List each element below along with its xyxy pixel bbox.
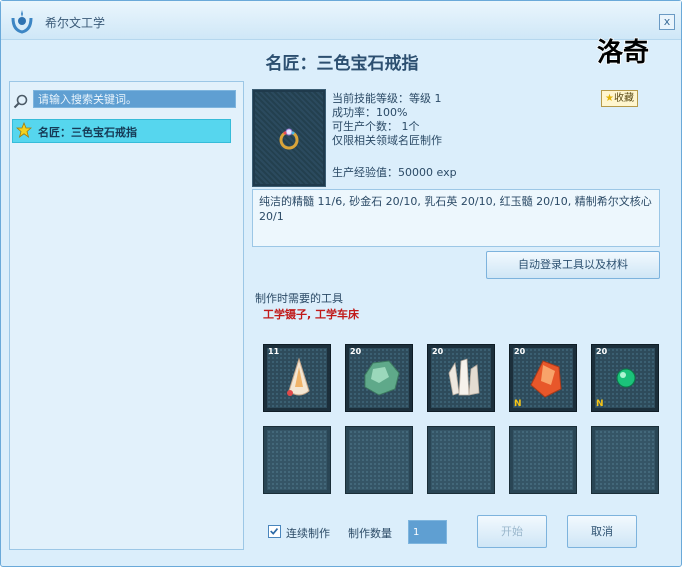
star-icon [16, 122, 32, 138]
recipe-list-item-label: 名匠：三色宝石戒指 [38, 126, 137, 139]
material-slot[interactable]: 20 [345, 344, 413, 412]
favorite-button[interactable]: ★收藏 [601, 90, 638, 107]
empty-slot[interactable] [591, 426, 659, 494]
recipe-list-panel [9, 81, 244, 550]
restriction-text: 仅限相关领域名匠制作 [332, 134, 442, 147]
exp-text: 生产经验值：50000 exp [332, 166, 457, 179]
required-tools: 工学镊子, 工学车床 [263, 308, 360, 321]
window-title: 希尔文工学 [45, 16, 106, 30]
recipe-title: 名匠：三色宝石戒指 [265, 54, 419, 74]
start-button[interactable]: 开始 [477, 515, 547, 548]
continuous-label: 连续制作 [286, 527, 330, 540]
aventurine-icon [364, 360, 400, 396]
favorite-label: 收藏 [613, 93, 634, 104]
svg-text:洛奇: 洛奇 [597, 37, 649, 68]
silvan-core-icon [616, 368, 636, 388]
title-bar[interactable]: 希尔文工学 x [1, 1, 681, 40]
quantity-input[interactable] [408, 520, 447, 544]
watermark-logo: 洛奇 [596, 36, 650, 69]
quantity-label: 制作数量 [348, 527, 392, 540]
search-icon [13, 94, 28, 109]
checkmark-icon [270, 527, 279, 535]
auto-register-button[interactable]: 自动登录工具以及材料 [486, 251, 660, 279]
close-button[interactable]: x [659, 14, 675, 30]
item-preview [252, 89, 326, 187]
material-slot[interactable]: 11 [263, 344, 331, 412]
recipe-list-item[interactable]: 名匠：三色宝石戒指 [12, 119, 231, 143]
material-slot[interactable]: 20 N [509, 344, 577, 412]
search-input[interactable] [33, 90, 236, 108]
continuous-checkbox[interactable] [268, 525, 281, 538]
empty-slot[interactable] [263, 426, 331, 494]
pure-essence-icon [287, 357, 310, 396]
milky-quartz-icon [448, 358, 480, 396]
tools-heading: 制作时需要的工具 [255, 292, 343, 305]
ring-icon [279, 128, 299, 150]
materials-list: 纯洁的精髓 11/6, 砂金石 20/10, 乳石英 20/10, 红玉髓 20… [252, 189, 660, 247]
empty-slot[interactable] [345, 426, 413, 494]
cancel-button[interactable]: 取消 [567, 515, 637, 548]
empty-slot[interactable] [509, 426, 577, 494]
material-slot[interactable]: 20 [427, 344, 495, 412]
star-icon: ★ [605, 93, 614, 104]
crafting-window: 希尔文工学 x 名匠：三色宝石戒指 洛奇 ★收藏 名匠：三色宝石戒指 当前技能等… [0, 0, 682, 567]
material-slot[interactable]: 20 N [591, 344, 659, 412]
carnelian-icon [530, 360, 562, 398]
silvan-engineering-icon [11, 10, 33, 34]
empty-slot[interactable] [427, 426, 495, 494]
